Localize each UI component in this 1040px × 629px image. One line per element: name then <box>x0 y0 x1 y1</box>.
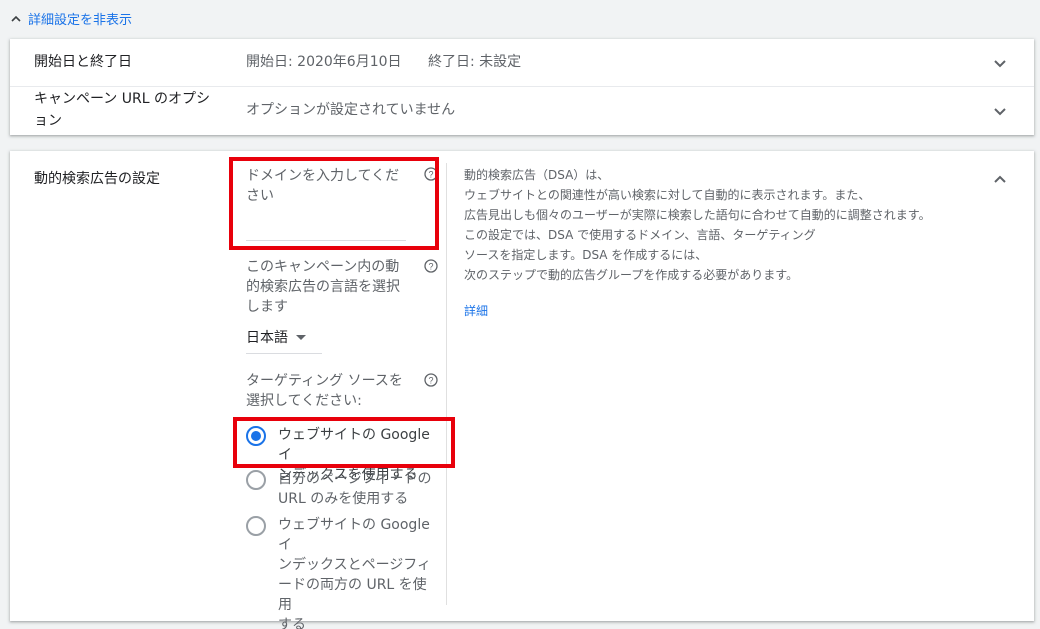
radio-unselected-icon[interactable] <box>246 470 266 490</box>
targeting-label-line2: 選択してください: <box>246 393 362 409</box>
radio-unselected-icon[interactable] <box>246 516 266 536</box>
option-line: ードの両方の URL を使用 <box>278 577 427 613</box>
settings-card: 開始日と終了日 開始日: 2020年6月10日 終了日: 未設定 キャンペーン … <box>10 39 1034 135</box>
targeting-option-both[interactable]: ウェブサイトの Google イ ンデックスとページフィ ードの両方の URL … <box>246 515 446 629</box>
help-icon[interactable]: ? <box>424 259 438 273</box>
description-line: この設定では、DSA で使用するドメイン、言語、ターゲティング <box>464 228 816 242</box>
domain-input-highlight <box>229 157 439 250</box>
language-select-underline <box>246 353 322 354</box>
column-divider <box>446 163 447 605</box>
description-line: ソースを指定します。DSA を作成するには、 <box>464 248 708 262</box>
svg-text:?: ? <box>428 262 433 272</box>
dsa-settings-card: 動的検索広告の設定 ドメインを入力してくだ さい ? このキャンペーン内の動 的… <box>10 151 1034 629</box>
campaign-url-options-value: オプションが設定されていません <box>246 102 456 118</box>
language-select-value: 日本語 <box>246 330 288 346</box>
option-line: ンデックスとページフィ <box>278 557 432 573</box>
option-text: ウェブサイトの Google イ ンデックスとページフィ ードの両方の URL … <box>278 515 440 629</box>
option-text: 自分のページフィードの URL のみを使用する <box>278 469 440 509</box>
option-line: 自分のページフィードの <box>278 471 432 487</box>
description-line: 広告見出しも個々のユーザーが実際に検索した語句に合わせて自動的に調整されます。 <box>464 208 931 222</box>
targeting-label-line1: ターゲティング ソースを <box>246 373 403 389</box>
help-icon[interactable]: ? <box>424 373 438 387</box>
language-select[interactable]: 日本語 <box>246 327 306 347</box>
campaign-url-options-row[interactable]: キャンペーン URL のオプシ ョン オプションが設定されていません <box>10 87 1034 135</box>
hide-advanced-settings-link[interactable]: 詳細設定を非表示 <box>10 9 132 28</box>
targeting-option-page-feed[interactable]: 自分のページフィードの URL のみを使用する <box>246 469 446 509</box>
dsa-settings-title: 動的検索広告の設定 <box>34 171 160 187</box>
dropdown-caret-icon <box>296 334 306 340</box>
chevron-up-icon <box>11 15 21 22</box>
language-label-line3: します <box>246 299 288 315</box>
google-index-option-highlight <box>233 417 455 468</box>
description-line: ウェブサイトとの関連性が高い検索に対して自動的に表示されます。また、 <box>464 188 871 202</box>
dsa-description: 動的検索広告（DSA）は、 ウェブサイトとの関連性が高い検索に対して自動的に表示… <box>464 165 984 285</box>
description-line: 次のステップで動的広告グループを作成する必要があります。 <box>464 268 799 282</box>
end-date-value: 終了日: 未設定 <box>428 54 522 70</box>
description-line: 動的検索広告（DSA）は、 <box>464 168 610 182</box>
learn-more-link[interactable]: 詳細 <box>464 302 488 319</box>
option-line: する <box>278 617 306 629</box>
chevron-down-icon[interactable] <box>992 103 1008 119</box>
campaign-url-options-label-line1: キャンペーン URL のオプシ <box>34 91 210 107</box>
language-label-line2: 的検索広告の言語を選択 <box>246 279 400 295</box>
campaign-url-options-label-line2: ョン <box>34 113 62 129</box>
language-label-line1: このキャンペーン内の動 <box>246 259 400 275</box>
start-end-date-label: 開始日と終了日 <box>34 54 132 70</box>
hide-advanced-settings-label: 詳細設定を非表示 <box>28 13 133 28</box>
option-line: ウェブサイトの Google イ <box>278 517 430 553</box>
start-date-value: 開始日: 2020年6月10日 <box>246 54 402 70</box>
option-line: URL のみを使用する <box>278 491 409 507</box>
chevron-down-icon[interactable] <box>992 55 1008 71</box>
svg-text:?: ? <box>428 376 433 386</box>
start-end-date-row[interactable]: 開始日と終了日 開始日: 2020年6月10日 終了日: 未設定 <box>10 39 1034 86</box>
chevron-up-icon[interactable] <box>992 171 1008 187</box>
